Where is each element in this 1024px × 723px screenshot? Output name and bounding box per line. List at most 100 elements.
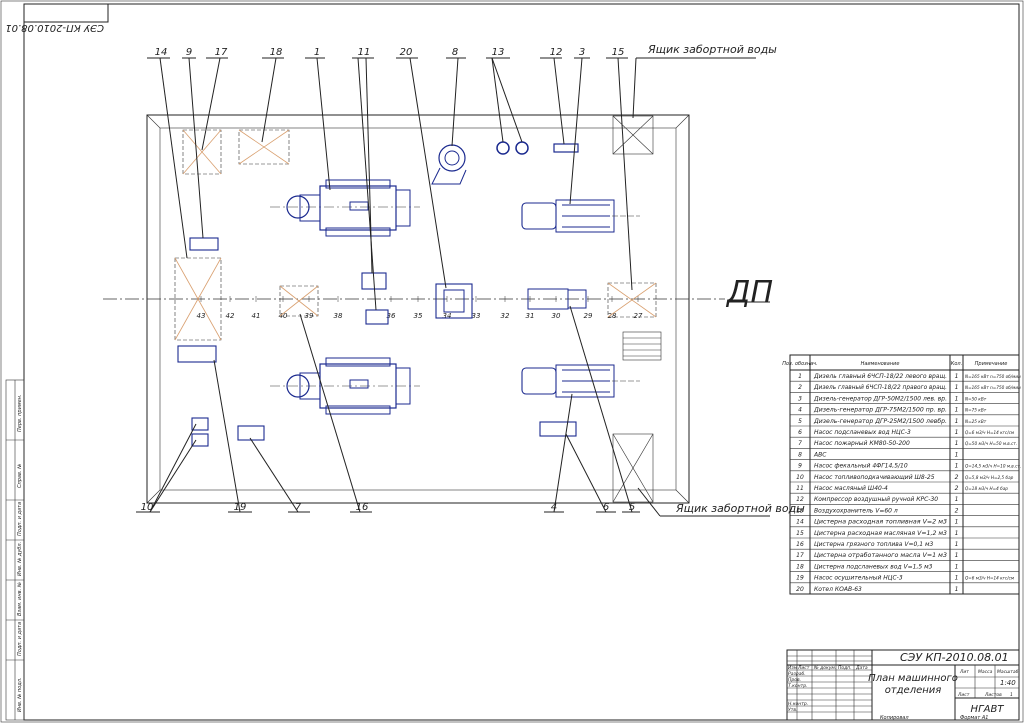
spec-cell-qty: 1 [955, 429, 959, 436]
spec-cell-qty: 1 [955, 463, 959, 470]
side-stamp-label-5: Взам. инв. № [17, 582, 23, 616]
spec-header: Кол. [951, 361, 962, 367]
frame-number: 29 [584, 312, 593, 320]
spec-cell-note: N=50 кВт [965, 396, 987, 401]
callout-number: 1 [314, 47, 320, 58]
bilge-pump-19 [177, 345, 217, 363]
tb-docnum: № докум. [813, 665, 836, 671]
spec-cell-note: Q=14,5 м3/ч H=10 м.в.ст. [965, 464, 1021, 469]
spec-cell-name: Цистерна расходная масляная V=1,2 м3 [814, 530, 947, 537]
ladder [622, 331, 662, 361]
center-line: ДП [103, 275, 773, 310]
spec-cell-name: Насос пожарный КМ80-50-200 [814, 440, 910, 447]
spec-cell-pos: 6 [798, 429, 802, 436]
spec-header: Наименование [861, 361, 900, 367]
spec-cell-qty: 1 [955, 541, 959, 548]
side-stamp: Перв. примен. Справ. № Подп. и дата Инв.… [5, 379, 25, 721]
spec-cell-pos: 5 [798, 418, 802, 425]
spec-cell-qty: 1 [955, 575, 959, 582]
spec-cell-qty: 1 [955, 395, 959, 402]
spec-header: Примечание [975, 361, 1008, 367]
bilge-tank-18 [238, 129, 290, 165]
spec-cell-pos: 2 [798, 384, 802, 391]
tb-date: Дата [855, 665, 868, 671]
spec-cell-pos: 1 [798, 373, 802, 380]
tb-role-ncontr: Н.контр. [788, 701, 808, 707]
spec-cell-pos: 10 [796, 474, 804, 481]
frame-number: 43 [197, 312, 206, 320]
side-stamp-label-1: Перв. примен. [17, 394, 23, 432]
boiler-20 [435, 283, 473, 319]
specification-table: Поз. обознач. Наименование Кол. Примечание 1… [782, 354, 1021, 595]
spec-cell-pos: 19 [796, 575, 804, 582]
spec-cell-name: Дизель-генератор ДГР-25М2/1500 левбр. [813, 418, 947, 425]
spec-cell-pos: 18 [796, 563, 804, 570]
tb-scale-value: 1:40 [1000, 679, 1016, 687]
dirty-fuel-tank-16 [279, 285, 319, 317]
spec-cell-pos: 12 [796, 496, 804, 503]
tb-role-check: Пров. [788, 677, 801, 683]
spec-cell-name: Насос подсланевых вод НЦС-3 [814, 429, 911, 436]
title-block-org: НГАВТ [971, 704, 1005, 715]
frame-number: 30 [552, 312, 561, 320]
frame-number: 32 [501, 312, 510, 320]
side-stamp-label-3: Подп. и дата [17, 502, 23, 536]
spec-cell-qty: 1 [955, 563, 959, 570]
tb-col-sheets: Листов [984, 692, 1002, 698]
spec-cell-qty: 1 [955, 451, 959, 458]
callout-number: 20 [400, 47, 413, 58]
spec-cell-qty: 2 [955, 474, 959, 481]
spec-cell-name: Цистерна отработанного масла V=1 м3 [814, 552, 947, 559]
drawing-code-text: СЭУ КП-2010.08.01 [5, 22, 104, 33]
spec-cell-name: Дизель-генератор ДГР-75М2/1500 пр. вр. [813, 407, 947, 414]
spec-cell-name: Цистерна грязного топлива V=0,1 м3 [814, 541, 933, 548]
spec-cell-pos: 14 [796, 519, 804, 526]
spec-cell-name: Дизель главный 6ЧСП-18/22 правого вращ. [813, 384, 947, 391]
tb-sheets-count: 1 [1010, 692, 1013, 698]
tb-role-approve: Утв. [788, 707, 797, 713]
frame-number: 41 [252, 312, 261, 320]
spec-cell-note: N=25 кВт [965, 419, 987, 424]
tb-izm: Изм [788, 665, 798, 671]
spec-cell-pos: 16 [796, 541, 804, 548]
spec-cell-qty: 1 [955, 552, 959, 559]
sea-box-label-top: Ящик забортной воды [647, 43, 777, 56]
spec-cell-note: N=165 кВт n=750 об/мин [965, 374, 1021, 379]
side-stamp-label-7: Инв. № подл. [17, 678, 23, 713]
spec-cell-name: Дизель-генератор ДГР-50М2/1500 лев. вр. [813, 395, 947, 402]
frame-number: 35 [414, 312, 423, 320]
title-block: Изм Лист № докум. Подп. Дата Разраб. Про… [786, 649, 1020, 721]
air-receivers-13 [496, 141, 529, 155]
callout-number: 17 [215, 47, 228, 58]
spec-cell-pos: 15 [796, 530, 804, 537]
dp-label: ДП [725, 275, 773, 310]
tb-role-dev: Разраб. [788, 671, 806, 677]
spec-cell-name: Воздухохранитель V=60 л [814, 507, 898, 514]
spec-cell-qty: 1 [955, 373, 959, 380]
tb-col-sheet: Лист [957, 692, 970, 698]
spec-cell-pos: 11 [796, 485, 804, 492]
callout-number: 14 [155, 47, 168, 58]
title-block-copied: Копировал [880, 715, 909, 721]
frame-number: 34 [443, 312, 452, 320]
spec-cell-name: Цистерна подсланевых вод V=1,5 м3 [814, 563, 933, 570]
frame-number: 33 [472, 312, 481, 320]
tb-col-scale: Масштаб [997, 669, 1019, 675]
callout-number: 15 [612, 47, 625, 58]
callout-number: 5 [629, 502, 635, 513]
spec-cell-pos: 7 [798, 440, 802, 447]
title-block-code: СЭУ КП-2010.08.01 [900, 651, 1009, 664]
callout-number: 6 [603, 502, 609, 513]
spec-header: Поз. обознач. [782, 361, 817, 367]
spec-cell-name: Насос фекальный 4ФГ14,5/10 [814, 463, 908, 470]
spec-cell-qty: 1 [955, 407, 959, 414]
main-engine-starboard [270, 357, 420, 415]
callout-number: 19 [234, 502, 247, 513]
callout-number: 16 [356, 502, 369, 513]
spec-cell-note: Q=6 м3/ч H=14 кгс/см [965, 430, 1014, 435]
frame-number: 42 [226, 312, 235, 320]
spec-cell-pos: 3 [798, 395, 802, 402]
spec-cell-qty: 2 [955, 485, 959, 492]
tb-sign: Подп. [838, 665, 852, 671]
frame-number: 31 [526, 312, 535, 320]
